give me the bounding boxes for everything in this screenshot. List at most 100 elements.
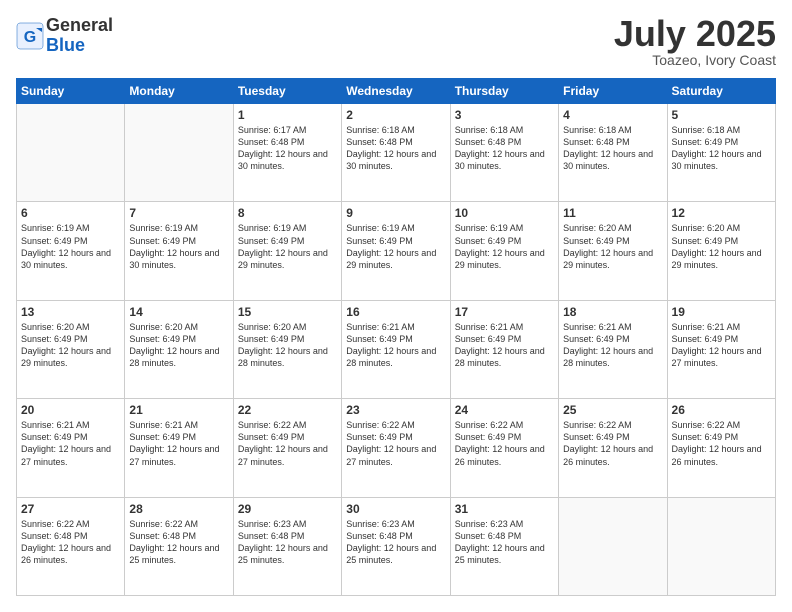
day-info: Sunrise: 6:22 AM Sunset: 6:49 PM Dayligh… <box>672 419 771 468</box>
header: G General Blue July 2025 Toazeo, Ivory C… <box>16 16 776 68</box>
day-info: Sunrise: 6:21 AM Sunset: 6:49 PM Dayligh… <box>563 321 662 370</box>
subtitle: Toazeo, Ivory Coast <box>614 52 776 68</box>
calendar-cell: 23 Sunrise: 6:22 AM Sunset: 6:49 PM Dayli… <box>342 399 450 497</box>
day-number: 31 <box>455 502 554 516</box>
day-info: Sunrise: 6:20 AM Sunset: 6:49 PM Dayligh… <box>129 321 228 370</box>
day-info: Sunrise: 6:22 AM Sunset: 6:49 PM Dayligh… <box>563 419 662 468</box>
weekday-header-thursday: Thursday <box>450 79 558 104</box>
day-number: 26 <box>672 403 771 417</box>
page: G General Blue July 2025 Toazeo, Ivory C… <box>0 0 792 612</box>
day-number: 29 <box>238 502 337 516</box>
day-number: 9 <box>346 206 445 220</box>
day-info: Sunrise: 6:22 AM Sunset: 6:48 PM Dayligh… <box>21 518 120 567</box>
day-number: 7 <box>129 206 228 220</box>
weekday-header-friday: Friday <box>559 79 667 104</box>
calendar-cell: 1 Sunrise: 6:17 AM Sunset: 6:48 PM Daylig… <box>233 104 341 202</box>
calendar-cell: 20 Sunrise: 6:21 AM Sunset: 6:49 PM Dayli… <box>17 399 125 497</box>
calendar-cell: 16 Sunrise: 6:21 AM Sunset: 6:49 PM Dayli… <box>342 300 450 398</box>
day-number: 21 <box>129 403 228 417</box>
day-info: Sunrise: 6:19 AM Sunset: 6:49 PM Dayligh… <box>21 222 120 271</box>
day-number: 13 <box>21 305 120 319</box>
week-row-5: 27 Sunrise: 6:22 AM Sunset: 6:48 PM Dayli… <box>17 497 776 595</box>
day-info: Sunrise: 6:20 AM Sunset: 6:49 PM Dayligh… <box>672 222 771 271</box>
day-number: 24 <box>455 403 554 417</box>
day-info: Sunrise: 6:23 AM Sunset: 6:48 PM Dayligh… <box>455 518 554 567</box>
weekday-header-sunday: Sunday <box>17 79 125 104</box>
month-title: July 2025 <box>614 16 776 52</box>
calendar-cell: 17 Sunrise: 6:21 AM Sunset: 6:49 PM Dayli… <box>450 300 558 398</box>
day-info: Sunrise: 6:20 AM Sunset: 6:49 PM Dayligh… <box>21 321 120 370</box>
day-info: Sunrise: 6:21 AM Sunset: 6:49 PM Dayligh… <box>129 419 228 468</box>
day-info: Sunrise: 6:18 AM Sunset: 6:48 PM Dayligh… <box>563 124 662 173</box>
day-number: 27 <box>21 502 120 516</box>
calendar-cell: 4Sunrise: 6:18 AM Sunset: 6:48 PM Daylig… <box>559 104 667 202</box>
calendar-cell <box>17 104 125 202</box>
calendar-cell: 18Sunrise: 6:21 AM Sunset: 6:49 PM Dayli… <box>559 300 667 398</box>
logo-text: General Blue <box>46 16 113 56</box>
day-number: 30 <box>346 502 445 516</box>
calendar-cell: 25 Sunrise: 6:22 AM Sunset: 6:49 PM Dayli… <box>559 399 667 497</box>
calendar-cell: 30 Sunrise: 6:23 AM Sunset: 6:48 PM Dayli… <box>342 497 450 595</box>
day-number: 16 <box>346 305 445 319</box>
calendar-cell: 2 Sunrise: 6:18 AM Sunset: 6:48 PM Daylig… <box>342 104 450 202</box>
weekday-header-row: SundayMondayTuesdayWednesdayThursdayFrid… <box>17 79 776 104</box>
day-number: 25 <box>563 403 662 417</box>
calendar-cell: 9 Sunrise: 6:19 AM Sunset: 6:49 PM Daylig… <box>342 202 450 300</box>
calendar-cell: 8Sunrise: 6:19 AM Sunset: 6:49 PM Daylig… <box>233 202 341 300</box>
week-row-1: 1 Sunrise: 6:17 AM Sunset: 6:48 PM Daylig… <box>17 104 776 202</box>
logo-general: General <box>46 15 113 35</box>
day-info: Sunrise: 6:22 AM Sunset: 6:49 PM Dayligh… <box>238 419 337 468</box>
day-info: Sunrise: 6:21 AM Sunset: 6:49 PM Dayligh… <box>21 419 120 468</box>
day-number: 10 <box>455 206 554 220</box>
calendar-cell: 7Sunrise: 6:19 AM Sunset: 6:49 PM Daylig… <box>125 202 233 300</box>
day-number: 6 <box>21 206 120 220</box>
calendar-cell <box>559 497 667 595</box>
calendar-cell: 31 Sunrise: 6:23 AM Sunset: 6:48 PM Dayli… <box>450 497 558 595</box>
day-info: Sunrise: 6:18 AM Sunset: 6:48 PM Dayligh… <box>346 124 445 173</box>
logo-blue: Blue <box>46 35 85 55</box>
calendar-cell: 6 Sunrise: 6:19 AM Sunset: 6:49 PM Daylig… <box>17 202 125 300</box>
calendar-cell: 5 Sunrise: 6:18 AM Sunset: 6:49 PM Daylig… <box>667 104 775 202</box>
calendar-cell: 13 Sunrise: 6:20 AM Sunset: 6:49 PM Dayli… <box>17 300 125 398</box>
day-info: Sunrise: 6:18 AM Sunset: 6:48 PM Dayligh… <box>455 124 554 173</box>
calendar-cell: 10 Sunrise: 6:19 AM Sunset: 6:49 PM Dayli… <box>450 202 558 300</box>
calendar-cell: 27 Sunrise: 6:22 AM Sunset: 6:48 PM Dayli… <box>17 497 125 595</box>
weekday-header-monday: Monday <box>125 79 233 104</box>
day-number: 12 <box>672 206 771 220</box>
day-number: 11 <box>563 206 662 220</box>
day-number: 1 <box>238 108 337 122</box>
calendar-cell: 26 Sunrise: 6:22 AM Sunset: 6:49 PM Dayli… <box>667 399 775 497</box>
calendar-cell: 15Sunrise: 6:20 AM Sunset: 6:49 PM Dayli… <box>233 300 341 398</box>
weekday-header-saturday: Saturday <box>667 79 775 104</box>
title-block: July 2025 Toazeo, Ivory Coast <box>614 16 776 68</box>
day-info: Sunrise: 6:19 AM Sunset: 6:49 PM Dayligh… <box>238 222 337 271</box>
day-info: Sunrise: 6:23 AM Sunset: 6:48 PM Dayligh… <box>346 518 445 567</box>
day-info: Sunrise: 6:22 AM Sunset: 6:49 PM Dayligh… <box>346 419 445 468</box>
calendar-cell: 11Sunrise: 6:20 AM Sunset: 6:49 PM Dayli… <box>559 202 667 300</box>
day-number: 20 <box>21 403 120 417</box>
day-info: Sunrise: 6:18 AM Sunset: 6:49 PM Dayligh… <box>672 124 771 173</box>
day-number: 14 <box>129 305 228 319</box>
svg-text:G: G <box>24 29 36 46</box>
day-number: 5 <box>672 108 771 122</box>
day-number: 15 <box>238 305 337 319</box>
day-number: 2 <box>346 108 445 122</box>
day-number: 28 <box>129 502 228 516</box>
calendar-table: SundayMondayTuesdayWednesdayThursdayFrid… <box>16 78 776 596</box>
day-number: 22 <box>238 403 337 417</box>
logo-icon: G <box>16 22 44 50</box>
day-info: Sunrise: 6:19 AM Sunset: 6:49 PM Dayligh… <box>346 222 445 271</box>
calendar-cell: 22 Sunrise: 6:22 AM Sunset: 6:49 PM Dayli… <box>233 399 341 497</box>
day-number: 3 <box>455 108 554 122</box>
day-number: 23 <box>346 403 445 417</box>
weekday-header-tuesday: Tuesday <box>233 79 341 104</box>
day-number: 19 <box>672 305 771 319</box>
day-info: Sunrise: 6:17 AM Sunset: 6:48 PM Dayligh… <box>238 124 337 173</box>
day-number: 17 <box>455 305 554 319</box>
day-info: Sunrise: 6:21 AM Sunset: 6:49 PM Dayligh… <box>455 321 554 370</box>
logo: G General Blue <box>16 16 113 56</box>
day-info: Sunrise: 6:23 AM Sunset: 6:48 PM Dayligh… <box>238 518 337 567</box>
calendar-cell: 12 Sunrise: 6:20 AM Sunset: 6:49 PM Dayli… <box>667 202 775 300</box>
day-info: Sunrise: 6:19 AM Sunset: 6:49 PM Dayligh… <box>455 222 554 271</box>
day-info: Sunrise: 6:21 AM Sunset: 6:49 PM Dayligh… <box>346 321 445 370</box>
